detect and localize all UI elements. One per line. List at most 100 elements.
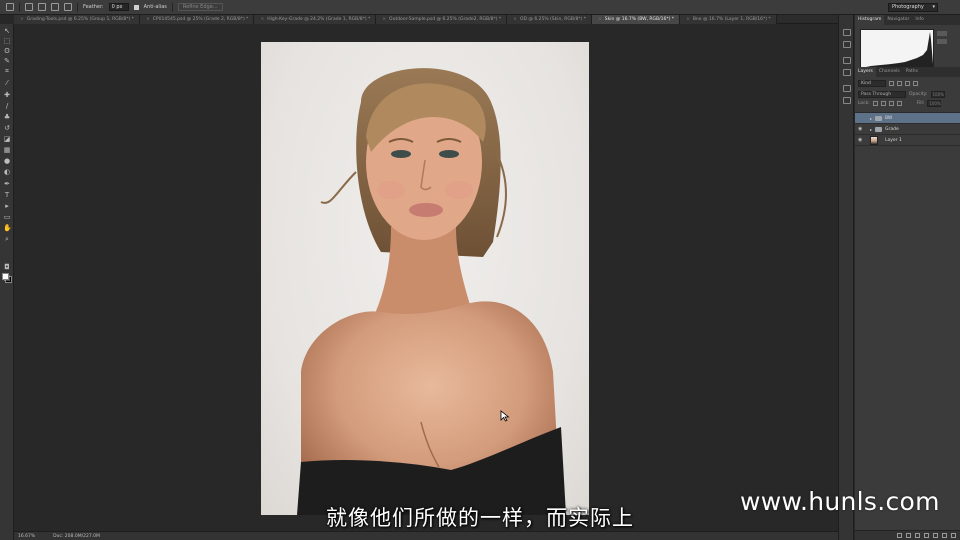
- pixel-filter-icon[interactable]: [889, 81, 894, 86]
- status-bar: 16.67% Doc: 208.0M/227.0M: [14, 531, 838, 540]
- tab-layers[interactable]: Layers: [855, 67, 876, 77]
- adjustment-layer-icon[interactable]: [924, 533, 929, 538]
- tab-grading-tools[interactable]: × Grading-Tools.psd @ 6.25% (Group 1, RGB…: [14, 15, 140, 24]
- anti-alias-checkbox[interactable]: [133, 4, 139, 10]
- lock-pixels-icon[interactable]: [880, 101, 886, 106]
- add-mask-icon[interactable]: [915, 533, 920, 538]
- tab-od[interactable]: × OD @ 6.25% (Skin, RGB/8*) *: [507, 15, 592, 24]
- refine-edge-button[interactable]: Refine Edge...: [177, 3, 223, 11]
- pen-tool-icon[interactable]: ✒: [3, 181, 11, 188]
- layer-row-layer-1[interactable]: ◉ Layer 1: [855, 135, 960, 146]
- workspace-select[interactable]: Photography ▾: [888, 3, 938, 12]
- histogram-options: [937, 31, 955, 47]
- tab-cp014545[interactable]: × CP014545.psd @ 25% (Grade 2, RGB/8*) *: [139, 15, 255, 24]
- close-icon[interactable]: ×: [598, 17, 602, 22]
- tab-label: High-Key-Grade @ 24.2% (Grade 1, RGB/8*)…: [267, 17, 371, 22]
- lock-all-icon[interactable]: [896, 101, 902, 106]
- warning-icon[interactable]: [937, 39, 947, 44]
- close-icon[interactable]: ×: [382, 17, 386, 22]
- separator: [171, 2, 173, 12]
- canvas-area[interactable]: [14, 25, 838, 531]
- lock-label: Lock:: [858, 101, 870, 106]
- refresh-icon[interactable]: [937, 31, 947, 36]
- layers-panel: Layers Channels Paths Kind Pass Through …: [855, 67, 960, 540]
- healing-brush-tool-icon[interactable]: ✚: [3, 92, 11, 99]
- brush-panel-icon[interactable]: [843, 85, 851, 92]
- opacity-input[interactable]: 100%: [930, 91, 945, 98]
- blend-mode-label: Pass Through: [861, 92, 892, 97]
- dodge-tool-icon[interactable]: ◐: [3, 169, 11, 176]
- new-selection-icon[interactable]: [25, 3, 33, 11]
- document-canvas[interactable]: [261, 42, 589, 515]
- layer-row-grade[interactable]: ◉ ▸ Grade: [855, 124, 960, 135]
- zoom-level[interactable]: 16.67%: [18, 532, 35, 540]
- path-selection-tool-icon[interactable]: ▸: [3, 203, 11, 210]
- layer-style-icon[interactable]: [906, 533, 911, 538]
- adjustments-panel-icon[interactable]: [843, 57, 851, 64]
- properties-panel-icon[interactable]: [843, 69, 851, 76]
- chevron-right-icon[interactable]: ▸: [870, 113, 872, 124]
- document-info[interactable]: Doc: 208.0M/227.0M: [53, 532, 100, 540]
- brush-tool-icon[interactable]: /: [3, 103, 11, 110]
- actions-panel-icon[interactable]: [843, 41, 851, 48]
- tab-label: Bne @ 16.7% (Layer 1, RGB/16*) *: [692, 17, 771, 22]
- tab-skin-active[interactable]: × Skin @ 16.7% (BW, RGB/16*) *: [592, 15, 681, 24]
- intersect-selection-icon[interactable]: [64, 3, 72, 11]
- marquee-tool-icon[interactable]: ⬚: [3, 38, 11, 45]
- layer-filter-select[interactable]: Kind: [858, 80, 886, 87]
- tab-bne[interactable]: × Bne @ 16.7% (Layer 1, RGB/16*) *: [680, 15, 777, 24]
- foreground-color-swatch[interactable]: [2, 273, 9, 280]
- link-layers-icon[interactable]: [897, 533, 902, 538]
- eye-icon[interactable]: ◉: [858, 124, 866, 135]
- eye-icon[interactable]: ◉: [858, 135, 866, 146]
- quick-mask-icon[interactable]: ◘: [3, 264, 11, 271]
- chevron-right-icon[interactable]: ▸: [870, 124, 872, 135]
- clone-source-panel-icon[interactable]: [843, 97, 851, 104]
- close-icon[interactable]: ×: [146, 17, 150, 22]
- subtract-selection-icon[interactable]: [51, 3, 59, 11]
- layer-thumbnail: [870, 136, 878, 145]
- new-group-icon[interactable]: [933, 533, 938, 538]
- close-icon[interactable]: ×: [513, 17, 517, 22]
- layer-row-bw[interactable]: ▸ BW: [855, 113, 960, 124]
- clone-stamp-tool-icon[interactable]: ♣: [3, 114, 11, 121]
- lock-transparent-icon[interactable]: [872, 101, 878, 106]
- type-filter-icon[interactable]: [905, 81, 910, 86]
- tab-histogram[interactable]: Histogram: [855, 15, 885, 25]
- tab-paths[interactable]: Paths: [903, 67, 921, 77]
- fill-input[interactable]: 100%: [927, 100, 942, 107]
- move-tool-icon[interactable]: ↖: [3, 28, 11, 35]
- hand-tool-icon[interactable]: ✋: [3, 225, 12, 232]
- lasso-tool-preset-icon[interactable]: [6, 3, 14, 11]
- close-icon[interactable]: ×: [260, 17, 264, 22]
- eyedropper-tool-icon[interactable]: ⁄: [3, 80, 11, 87]
- tab-high-key-grade[interactable]: × High-Key-Grade @ 24.2% (Grade 1, RGB/8*…: [254, 15, 377, 24]
- histogram-panel-tabs: Histogram Navigator Info: [855, 15, 960, 25]
- chevron-down-icon: ▾: [932, 4, 935, 10]
- feather-input[interactable]: 0 px: [108, 3, 129, 11]
- zoom-tool-icon[interactable]: ⌕: [3, 236, 11, 243]
- lock-position-icon[interactable]: [888, 101, 894, 106]
- quick-select-tool-icon[interactable]: ✎: [3, 58, 11, 65]
- tab-info[interactable]: Info: [912, 15, 927, 25]
- shape-tool-icon[interactable]: ▭: [3, 214, 11, 221]
- close-icon[interactable]: ×: [686, 17, 690, 22]
- blur-tool-icon[interactable]: ●: [3, 158, 11, 165]
- tab-outdoor-sample[interactable]: × Outdoor-Sample.psd @ 6.25% (Grade2, RGB…: [376, 15, 508, 24]
- close-icon[interactable]: ×: [20, 17, 24, 22]
- adjustment-filter-icon[interactable]: [897, 81, 902, 86]
- crop-tool-icon[interactable]: ⌗: [3, 68, 11, 75]
- new-layer-icon[interactable]: [942, 533, 947, 538]
- add-selection-icon[interactable]: [38, 3, 46, 11]
- history-panel-icon[interactable]: [843, 29, 851, 36]
- eraser-tool-icon[interactable]: ◪: [3, 136, 11, 143]
- tab-channels[interactable]: Channels: [876, 67, 903, 77]
- history-brush-tool-icon[interactable]: ↺: [3, 125, 11, 132]
- lasso-tool-icon[interactable]: ʘ: [3, 48, 11, 55]
- type-tool-icon[interactable]: T: [3, 192, 11, 199]
- tab-navigator[interactable]: Navigator: [884, 15, 912, 25]
- shape-filter-icon[interactable]: [913, 81, 918, 86]
- blend-mode-select[interactable]: Pass Through: [858, 91, 906, 98]
- gradient-tool-icon[interactable]: ▦: [3, 147, 11, 154]
- trash-icon[interactable]: [951, 533, 956, 538]
